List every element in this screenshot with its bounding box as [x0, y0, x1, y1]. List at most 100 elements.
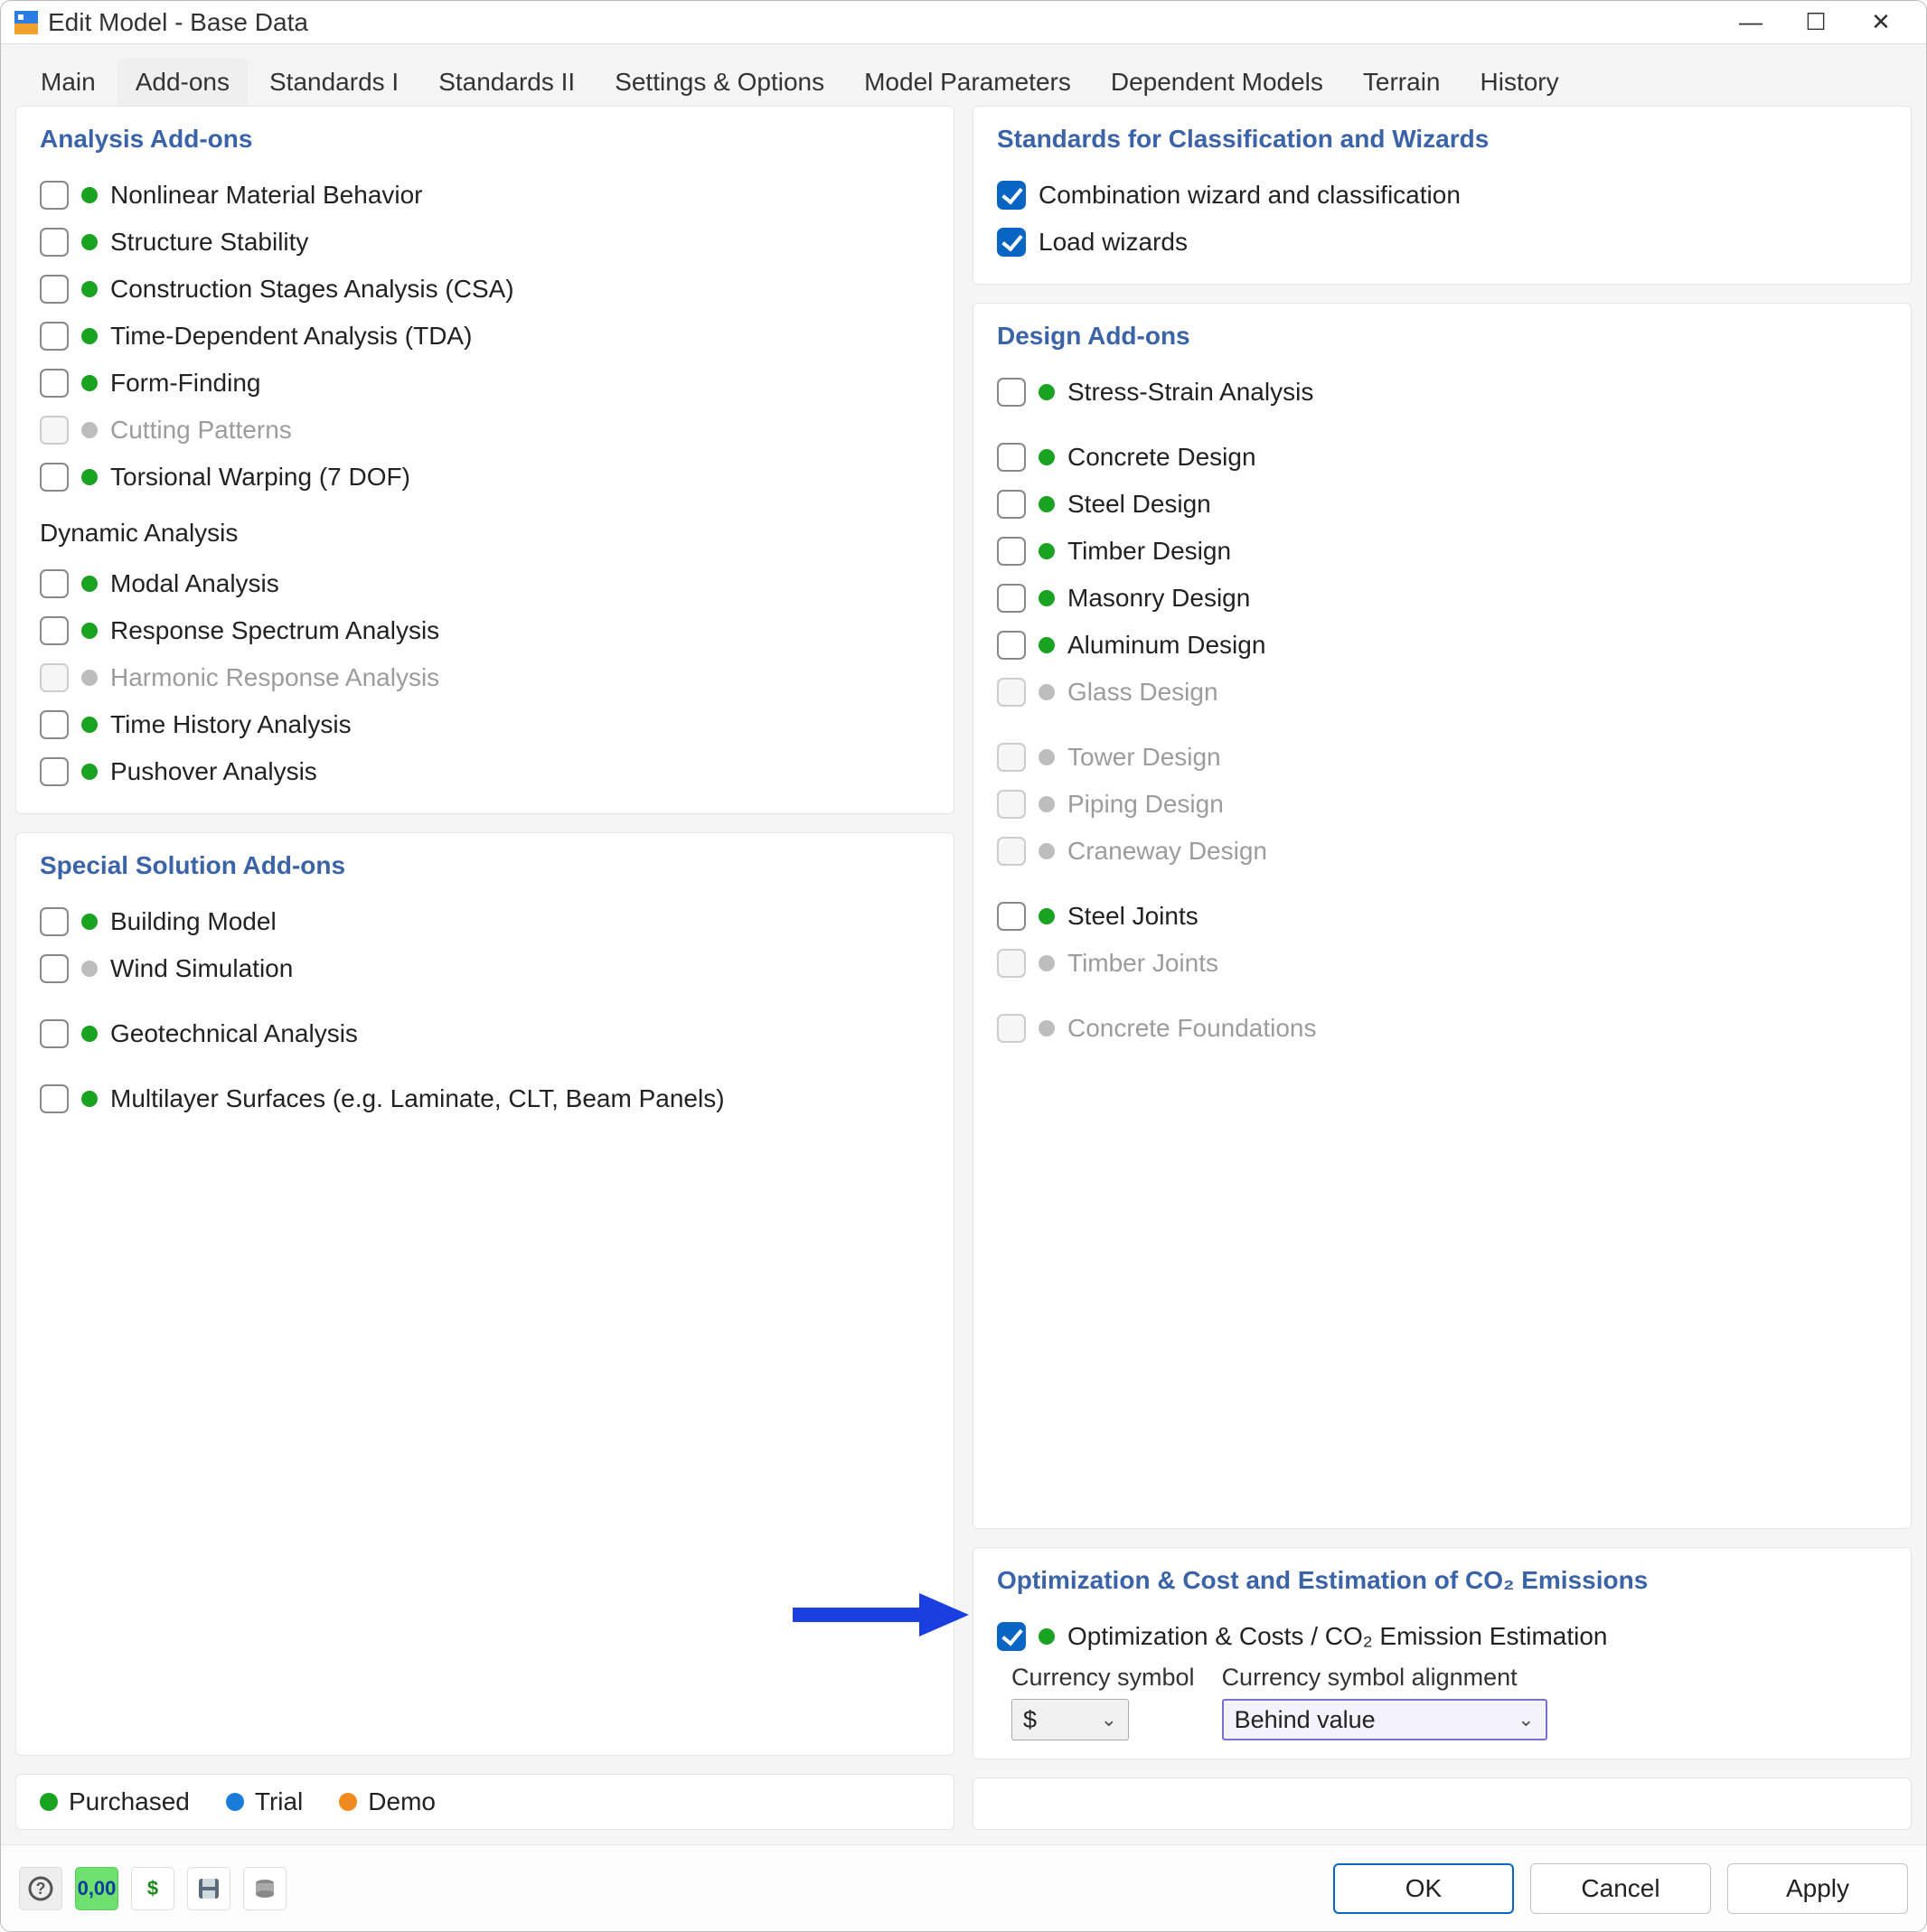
currency-button[interactable]: $ — [131, 1867, 174, 1910]
addon-piping-design: Piping Design — [997, 781, 1887, 828]
addon-optimization-costs: Optimization & Costs / CO₂ Emission Esti… — [997, 1613, 1887, 1660]
status-dot-icon — [81, 469, 98, 485]
close-button[interactable]: ✕ — [1848, 1, 1913, 44]
analysis-addons-panel: Analysis Add-ons Nonlinear Material Beha… — [15, 106, 954, 814]
addon-label: Tower Design — [1067, 743, 1221, 772]
tab-model-parameters[interactable]: Model Parameters — [846, 59, 1089, 106]
checkbox[interactable] — [997, 584, 1026, 613]
addon-label: Nonlinear Material Behavior — [110, 181, 423, 210]
tab-main[interactable]: Main — [23, 59, 114, 106]
maximize-button[interactable]: ☐ — [1783, 1, 1848, 44]
checkbox — [997, 678, 1026, 707]
checkbox[interactable] — [40, 954, 69, 983]
ok-button[interactable]: OK — [1333, 1863, 1514, 1914]
save-button[interactable] — [187, 1867, 230, 1910]
default-button[interactable] — [243, 1867, 287, 1910]
addon-label: Pushover Analysis — [110, 757, 317, 786]
checkbox[interactable] — [40, 322, 69, 351]
combination-wizard: Combination wizard and classification — [997, 172, 1887, 219]
addon-label: Optimization & Costs / CO₂ Emission Esti… — [1067, 1622, 1608, 1651]
checkbox[interactable] — [40, 463, 69, 492]
addon-label: Torsional Warping (7 DOF) — [110, 463, 410, 492]
addon-label: Aluminum Design — [1067, 631, 1265, 660]
status-dot-icon — [81, 422, 98, 438]
units-button[interactable]: 0,00 — [75, 1867, 118, 1910]
tab-history[interactable]: History — [1462, 59, 1577, 106]
status-dot-icon — [1039, 955, 1055, 971]
addon-glass-design: Glass Design — [997, 669, 1887, 716]
dialog-edit-model: Edit Model - Base Data — ☐ ✕ Main Add-on… — [0, 0, 1927, 1932]
checkbox[interactable] — [40, 1084, 69, 1113]
status-dot-icon — [81, 328, 98, 344]
status-dot-icon — [1039, 543, 1055, 559]
cancel-button[interactable]: Cancel — [1530, 1863, 1711, 1914]
addon-label: Glass Design — [1067, 678, 1218, 707]
status-dot-icon — [1039, 908, 1055, 924]
tab-terrain[interactable]: Terrain — [1345, 59, 1459, 106]
checkbox[interactable] — [40, 616, 69, 645]
status-dot-icon — [1039, 684, 1055, 700]
checkbox[interactable] — [40, 181, 69, 210]
titlebar: Edit Model - Base Data — ☐ ✕ — [1, 1, 1926, 44]
addon-label: Load wizards — [1039, 228, 1188, 257]
checkbox[interactable] — [40, 907, 69, 936]
svg-text:?: ? — [36, 1880, 46, 1898]
addon-multilayer-surfaces: Multilayer Surfaces (e.g. Laminate, CLT,… — [40, 1075, 930, 1122]
right-column: Standards for Classification and Wizards… — [973, 106, 1912, 1830]
standards-wizards-panel: Standards for Classification and Wizards… — [973, 106, 1912, 285]
checkbox[interactable] — [997, 1622, 1026, 1651]
checkbox[interactable] — [40, 710, 69, 739]
addon-label: Time-Dependent Analysis (TDA) — [110, 322, 472, 351]
apply-button[interactable]: Apply — [1727, 1863, 1908, 1914]
checkbox[interactable] — [997, 378, 1026, 407]
addon-geotechnical: Geotechnical Analysis — [40, 1010, 930, 1057]
app-icon — [14, 10, 39, 35]
status-dot-icon — [1039, 496, 1055, 512]
status-dot-icon — [81, 764, 98, 780]
checkbox[interactable] — [997, 181, 1026, 210]
tabbar: Main Add-ons Standards I Standards II Se… — [15, 59, 1912, 106]
checkbox[interactable] — [40, 757, 69, 786]
addon-form-finding: Form-Finding — [40, 360, 930, 407]
legend-trial: Trial — [226, 1787, 303, 1816]
checkbox[interactable] — [40, 275, 69, 304]
optimization-panel: Optimization & Cost and Estimation of CO… — [973, 1547, 1912, 1759]
checkbox[interactable] — [997, 228, 1026, 257]
standards-wizards-title: Standards for Classification and Wizards — [997, 125, 1887, 154]
checkbox — [997, 743, 1026, 772]
status-dot-icon — [81, 1091, 98, 1107]
tab-addons[interactable]: Add-ons — [118, 59, 248, 106]
addon-label: Multilayer Surfaces (e.g. Laminate, CLT,… — [110, 1084, 725, 1113]
legend-purchased: Purchased — [40, 1787, 190, 1816]
addon-structure-stability: Structure Stability — [40, 219, 930, 266]
checkbox[interactable] — [997, 537, 1026, 566]
currency-alignment-select[interactable]: Behind value ⌄ — [1222, 1699, 1547, 1740]
currency-symbol-select[interactable]: $ ⌄ — [1011, 1699, 1129, 1740]
checkbox[interactable] — [40, 569, 69, 598]
tab-settings-options[interactable]: Settings & Options — [597, 59, 842, 106]
currency-alignment-field: Currency symbol alignment Behind value ⌄ — [1222, 1664, 1547, 1740]
checkbox[interactable] — [997, 443, 1026, 472]
tab-standards-2[interactable]: Standards II — [420, 59, 593, 106]
content-area: Main Add-ons Standards I Standards II Se… — [1, 44, 1926, 1931]
addon-label: Form-Finding — [110, 369, 260, 398]
checkbox[interactable] — [40, 1019, 69, 1048]
legend-dot-icon — [226, 1793, 244, 1811]
checkbox — [997, 837, 1026, 866]
checkbox[interactable] — [997, 631, 1026, 660]
status-dot-icon — [1039, 449, 1055, 465]
help-button[interactable]: ? — [19, 1867, 62, 1910]
addon-pushover: Pushover Analysis — [40, 748, 930, 795]
status-dot-icon — [81, 623, 98, 639]
checkbox — [40, 416, 69, 445]
addon-label: Piping Design — [1067, 790, 1224, 819]
checkbox[interactable] — [40, 228, 69, 257]
minimize-button[interactable]: — — [1718, 1, 1783, 44]
checkbox[interactable] — [997, 490, 1026, 519]
status-dot-icon — [81, 1026, 98, 1042]
dialog-footer: ? 0,00 $ OK Cancel Apply — [1, 1844, 1926, 1931]
tab-dependent-models[interactable]: Dependent Models — [1093, 59, 1341, 106]
checkbox[interactable] — [40, 369, 69, 398]
checkbox[interactable] — [997, 902, 1026, 931]
tab-standards-1[interactable]: Standards I — [251, 59, 417, 106]
